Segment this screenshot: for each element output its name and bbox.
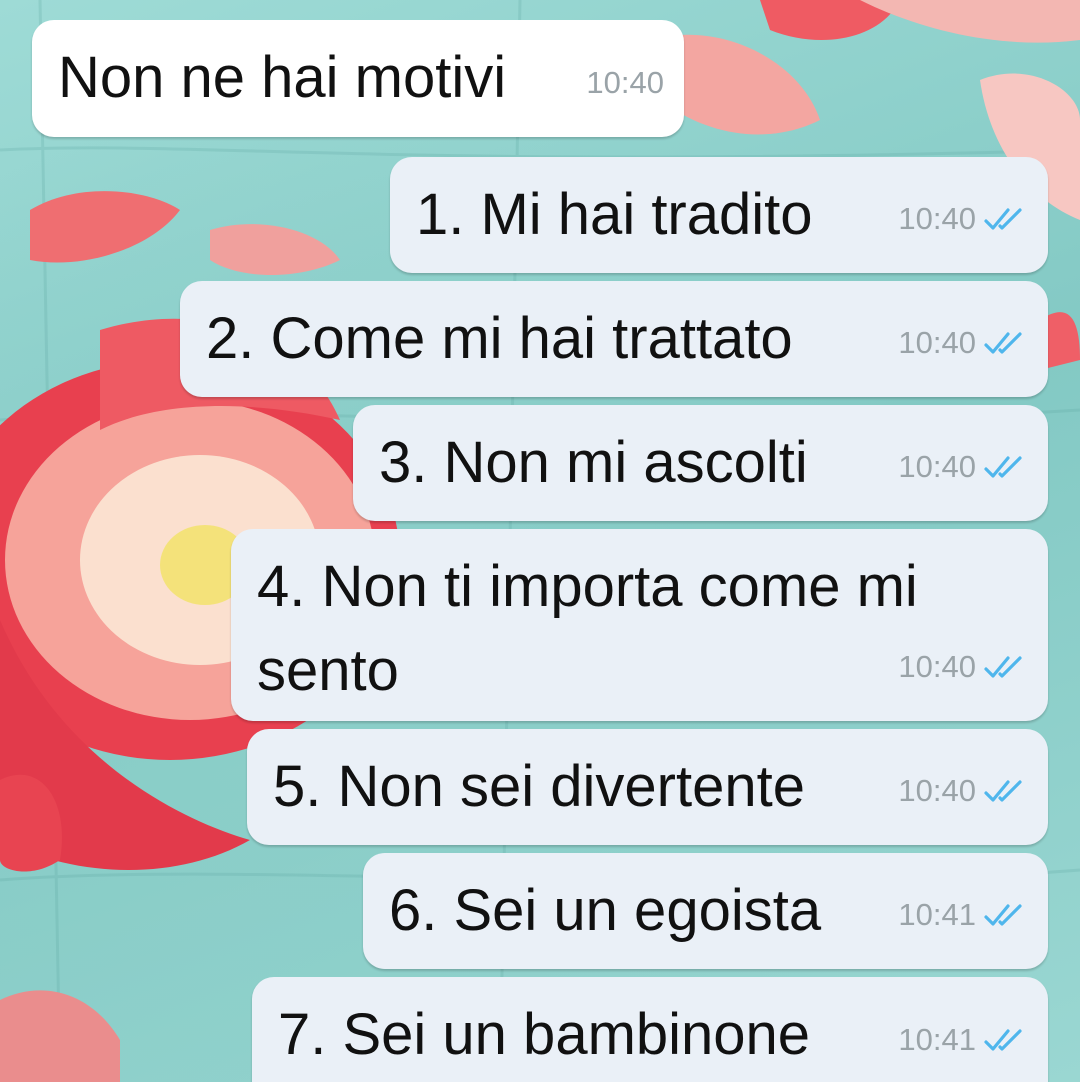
double-check-icon: [984, 902, 1026, 928]
message-time: 10:40: [898, 201, 976, 236]
double-check-icon: [984, 778, 1026, 804]
message-meta: 10:40: [898, 307, 1026, 379]
outgoing-message[interactable]: 7. Sei un bambinone 10:41: [252, 977, 1048, 1082]
message-text: 1. Mi hai tradito: [416, 182, 813, 247]
message-meta: 10:40: [586, 47, 664, 119]
double-check-icon: [984, 206, 1026, 232]
incoming-message[interactable]: Non ne hai motivi 10:40: [32, 20, 684, 137]
message-meta: 10:40: [898, 183, 1026, 255]
message-meta: 10:40: [898, 431, 1026, 503]
double-check-icon: [984, 330, 1026, 356]
message-text: 7. Sei un bambinone: [278, 1002, 811, 1067]
outgoing-message[interactable]: 4. Non ti importa come mi sento 10:40: [231, 529, 1048, 721]
message-time: 10:40: [898, 449, 976, 484]
outgoing-message[interactable]: 6. Sei un egoista 10:41: [363, 853, 1048, 969]
message-time: 10:41: [898, 1022, 976, 1057]
message-meta: 10:40: [898, 631, 1026, 703]
message-time: 10:40: [586, 65, 664, 100]
message-text-line-1: 4. Non ti importa come mi: [257, 554, 918, 619]
outgoing-message[interactable]: 3. Non mi ascolti 10:40: [353, 405, 1048, 521]
message-meta: 10:40: [898, 755, 1026, 827]
message-text: 2. Come mi hai trattato: [206, 306, 793, 371]
double-check-icon: [984, 454, 1026, 480]
message-meta: 10:41: [898, 879, 1026, 951]
message-text: 5. Non sei divertente: [273, 754, 805, 819]
double-check-icon: [984, 1027, 1026, 1053]
outgoing-message[interactable]: 2. Come mi hai trattato 10:40: [180, 281, 1048, 397]
message-text: 3. Non mi ascolti: [379, 430, 808, 495]
outgoing-message[interactable]: 5. Non sei divertente 10:40: [247, 729, 1048, 845]
message-text: Non ne hai motivi: [58, 45, 507, 110]
message-text-line-2: sento: [257, 638, 399, 703]
outgoing-message[interactable]: 1. Mi hai tradito 10:40: [390, 157, 1048, 273]
message-time: 10:40: [898, 773, 976, 808]
message-time: 10:41: [898, 897, 976, 932]
double-check-icon: [984, 654, 1026, 680]
message-time: 10:40: [898, 325, 976, 360]
message-time: 10:40: [898, 649, 976, 684]
message-meta: 10:41: [898, 1004, 1026, 1076]
message-text: 6. Sei un egoista: [389, 878, 822, 943]
